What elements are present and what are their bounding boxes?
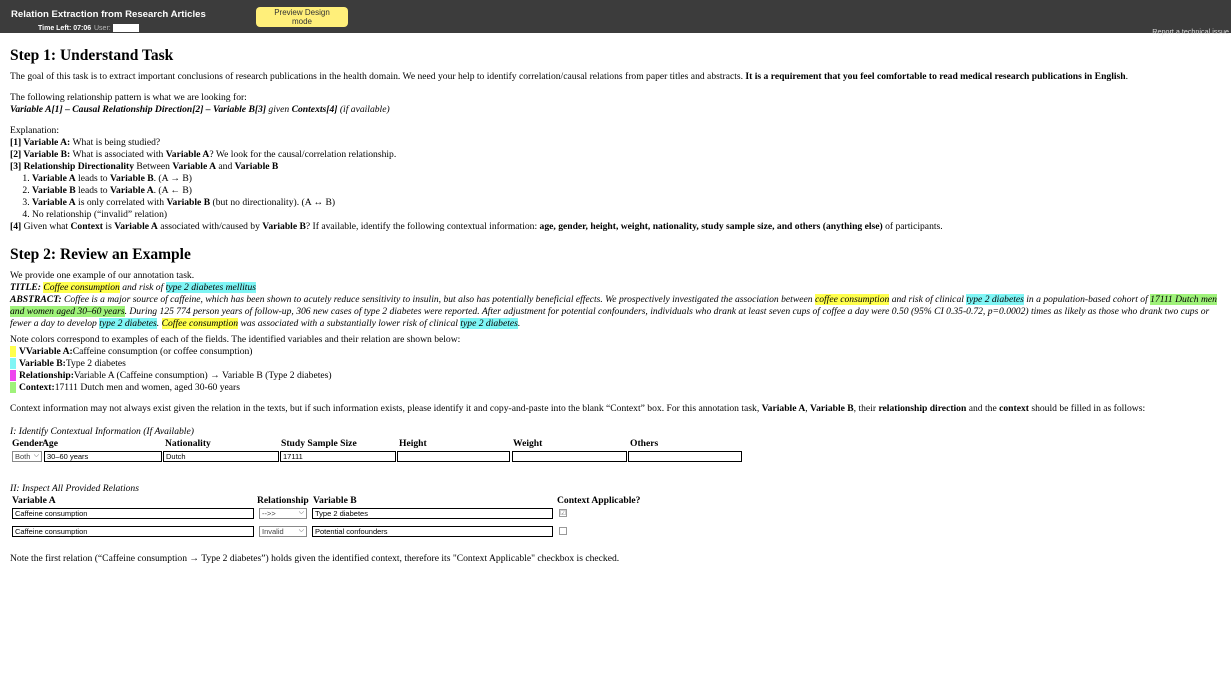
report-issue-link[interactable]: Report a technical issue xyxy=(1152,27,1229,36)
variable-b-field[interactable] xyxy=(312,507,553,519)
instructions: Step 1: Understand Task The goal of this… xyxy=(10,47,1225,565)
weight-field[interactable] xyxy=(512,450,627,462)
nationality-field[interactable] xyxy=(163,450,279,462)
direction-item: Variable A leads to Variable B. (A → B) xyxy=(32,173,1225,185)
sample-size-header: Study Sample Size xyxy=(281,437,357,449)
variable-a-field[interactable] xyxy=(12,507,254,519)
explanation-2: [2] Variable B: What is associated with … xyxy=(10,148,397,160)
form2-title: II: Inspect All Provided Relations xyxy=(10,482,139,494)
chevron-down-icon: ⌵ xyxy=(298,526,304,534)
example-title: TITLE: Coffee consumption and risk of ty… xyxy=(10,281,256,293)
nationality-header: Nationality xyxy=(165,437,211,449)
example-intro: We provide one example of our annotation… xyxy=(10,269,195,281)
relation-row: Invalid⌵ xyxy=(10,525,1225,539)
direction-item: No relationship (“invalid” relation) xyxy=(32,209,1225,221)
others-field[interactable] xyxy=(628,450,742,462)
age-header: Age xyxy=(42,437,58,449)
explanation-3: [3] Relationship Directionality Between … xyxy=(10,160,279,172)
explanation-4: [4] Given what Context is Variable A ass… xyxy=(10,220,943,232)
legend-item: Variable B: Type 2 diabetes xyxy=(10,358,1225,370)
legend-item: VVariable A: Caffeine consumption (or co… xyxy=(10,346,1225,358)
pattern-intro: The following relationship pattern is wh… xyxy=(10,91,247,103)
legend-swatch xyxy=(10,358,16,370)
chevron-down-icon: ⌵ xyxy=(298,508,304,516)
pattern: Variable A[1] – Causal Relationship Dire… xyxy=(10,103,390,115)
colors-note: Note colors correspond to examples of ea… xyxy=(10,333,461,345)
relationship-select[interactable]: -->> ⌵ xyxy=(259,507,307,519)
legend-item: Relationship: Variable A (Caffeine consu… xyxy=(10,370,1225,382)
height-field[interactable] xyxy=(397,450,510,462)
legend-item: Context: 17111 Dutch men and women, aged… xyxy=(10,382,1225,394)
explanation-label: Explanation: xyxy=(10,124,60,136)
form2-header: Variable A Relationship Variable B Conte… xyxy=(10,495,1225,508)
variable-b-header: Variable B xyxy=(313,494,357,506)
height-header: Height xyxy=(399,437,427,449)
weight-header: Weight xyxy=(513,437,543,449)
top-bar: Relation Extraction from Research Articl… xyxy=(0,0,1231,36)
variable-a-field[interactable] xyxy=(12,525,254,537)
app-title: Relation Extraction from Research Articl… xyxy=(11,9,206,20)
context-applicable-checkbox[interactable] xyxy=(559,526,567,535)
age-field[interactable] xyxy=(44,450,162,462)
explanation-1: [1] Variable A: What is being studied? xyxy=(10,136,161,148)
step2-title: Step 2: Review an Example xyxy=(10,245,191,263)
context-info: Context information may not always exist… xyxy=(10,402,1146,414)
final-note: Note the first relation (“Caffeine consu… xyxy=(10,552,620,564)
gender-header: Gender xyxy=(12,437,43,449)
step1-title: Step 1: Understand Task xyxy=(10,47,174,64)
direction-item: Variable B leads to Variable A. (A ← B) xyxy=(32,185,1225,197)
gender-select[interactable]: Both ⌵ xyxy=(12,450,42,462)
user-name-box xyxy=(113,24,139,32)
form1-title: I: Identify Contextual Information (If A… xyxy=(10,425,194,437)
direction-item: Variable A is only correlated with Varia… xyxy=(32,197,1225,209)
example-abstract: ABSTRACT: Coffee is a major source of ca… xyxy=(10,293,1217,329)
direction-list: Variable A leads to Variable B. (A → B) … xyxy=(10,173,1225,221)
form1-header: Gender Age Nationality Study Sample Size… xyxy=(10,438,1225,451)
relationship-select[interactable]: Invalid ⌵ xyxy=(259,525,307,537)
goal-paragraph: The goal of this task is to extract impo… xyxy=(10,71,1129,82)
relation-row: -->>⌵ ☑ xyxy=(10,507,1225,521)
preview-design-mode-button[interactable]: Preview Design mode xyxy=(256,7,348,27)
relationship-header: Relationship xyxy=(257,494,309,506)
user-label: User: xyxy=(94,25,111,32)
form1-row: Both ⌵ xyxy=(10,450,1225,464)
others-header: Others xyxy=(630,437,659,449)
legend-swatch xyxy=(10,370,16,382)
variable-a-header: Variable A xyxy=(12,494,56,506)
sample-size-field[interactable] xyxy=(280,450,396,462)
legend-swatch xyxy=(10,346,16,358)
context-applicable-header: Context Applicable? xyxy=(557,494,641,506)
time-left: Time Left: 07:06 xyxy=(38,25,92,32)
chevron-down-icon: ⌵ xyxy=(33,451,39,459)
legend-swatch xyxy=(10,382,16,394)
context-applicable-checkbox[interactable]: ☑ xyxy=(559,508,567,517)
variable-b-field[interactable] xyxy=(312,525,553,537)
